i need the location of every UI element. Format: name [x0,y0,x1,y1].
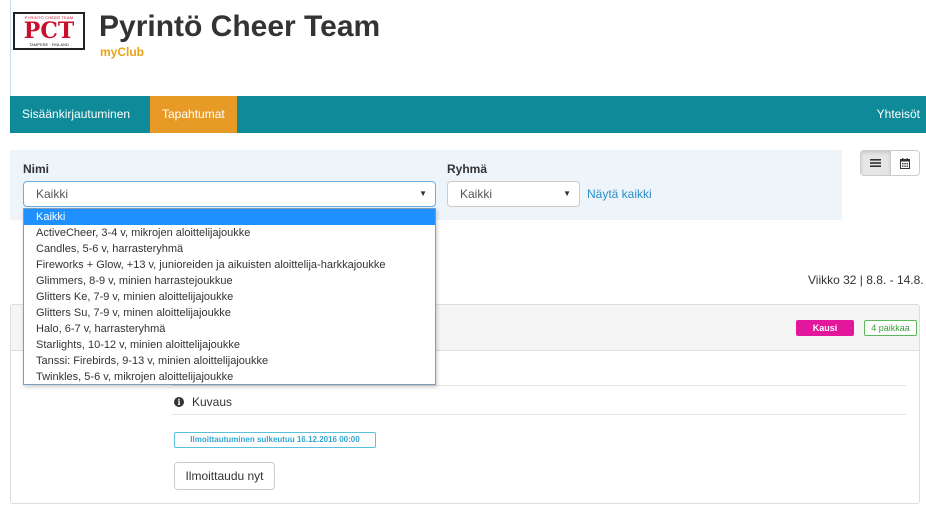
dropdown-option[interactable]: Candles, 5-6 v, harrasteryhmä [24,241,435,257]
group-filter-label: Ryhmä [447,162,488,176]
show-all-link[interactable]: Näytä kaikki [587,187,652,201]
list-icon [869,159,881,167]
name-select-dropdown: Kaikki ActiveCheer, 3-4 v, mikrojen aloi… [23,208,436,385]
week-range: Viikko 32 | 8.8. - 14.8. [808,273,924,287]
main-navbar: Sisäänkirjautuminen Tapahtumat Yhteisöt [10,96,926,133]
signup-button[interactable]: Ilmoittaudu nyt [174,462,275,490]
chevron-down-icon: ▼ [563,189,571,198]
chevron-down-icon: ▼ [419,189,427,198]
logo-bottom-text: TAMPERE · FINLAND [29,42,69,47]
dropdown-option[interactable]: Starlights, 10-12 v, minien aloittelijaj… [24,337,435,353]
dropdown-option[interactable]: Glitters Su, 7-9 v, minen aloittelijajou… [24,305,435,321]
site-title: Pyrintö Cheer Team [99,10,381,43]
name-filter-label: Nimi [23,162,50,176]
info-icon: i [174,397,184,407]
dropdown-option[interactable]: Glitters Ke, 7-9 v, minien aloittelijajo… [24,289,435,305]
dropdown-option[interactable]: Kaikki [24,209,435,225]
nav-community[interactable]: Yhteisöt [877,96,920,133]
group-select-value: Kaikki [460,187,493,201]
registration-closing-badge: Ilmoittautuminen sulkeutuu 16.12.2016 00… [174,432,376,448]
name-select-value: Kaikki [36,187,69,201]
description-toggle[interactable]: i Kuvaus [174,395,232,409]
nav-events[interactable]: Tapahtumat [150,96,237,133]
season-badge: Kausi [796,320,854,336]
dropdown-option[interactable]: Tanssi: Firebirds, 9-13 v, minien aloitt… [24,353,435,369]
places-badge: 4 paikkaa [864,320,917,336]
club-logo[interactable]: PYRINTÖ CHEER TEAM PCT TAMPERE · FINLAND [13,12,85,50]
description-label: Kuvaus [192,395,233,409]
nav-login[interactable]: Sisäänkirjautuminen [22,96,130,133]
site-subtitle: myClub [100,45,145,59]
dropdown-option[interactable]: Glimmers, 8-9 v, minien harrastejoukkue [24,273,435,289]
divider [172,385,906,386]
group-select[interactable]: Kaikki ▼ [447,181,580,207]
calendar-icon [899,157,910,169]
dropdown-option[interactable]: ActiveCheer, 3-4 v, mikrojen aloittelija… [24,225,435,241]
name-select[interactable]: Kaikki ▼ [23,181,436,207]
view-toggle [860,150,920,176]
calendar-view-button[interactable] [889,151,920,175]
logo-letters: PCT [23,18,75,44]
divider [172,414,906,415]
dropdown-option[interactable]: Fireworks + Glow, +13 v, junioreiden ja … [24,257,435,273]
list-view-button[interactable] [861,151,890,175]
dropdown-option[interactable]: Twinkles, 5-6 v, mikrojen aloittelijajou… [24,369,435,385]
dropdown-option[interactable]: Halo, 6-7 v, harrasteryhmä [24,321,435,337]
site-header: PYRINTÖ CHEER TEAM PCT TAMPERE · FINLAND… [10,0,926,96]
